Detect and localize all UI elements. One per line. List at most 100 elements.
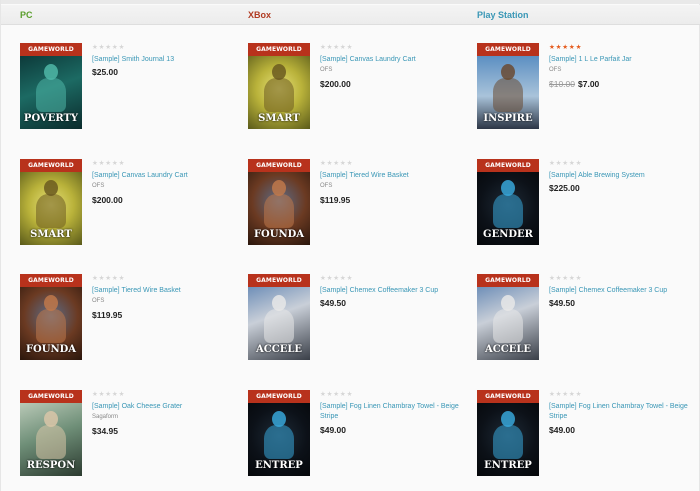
rating-stars: ★★★★★ — [92, 274, 125, 282]
product-name-link[interactable]: [Sample] Canvas Laundry Cart — [92, 171, 237, 181]
cover-title: SMART — [258, 113, 300, 124]
product-thumbnail[interactable]: GAMEWORLD INSPIRE — [477, 43, 539, 129]
product-thumbnail[interactable]: GAMEWORLD RESPON — [20, 390, 82, 476]
star-icon: ★ — [92, 160, 99, 167]
product-name-link[interactable]: [Sample] Tiered Wire Basket — [320, 171, 465, 181]
current-price: $49.50 — [320, 298, 346, 308]
current-price: $49.50 — [549, 298, 575, 308]
star-icon: ★ — [568, 160, 576, 167]
cover-art: GENDER — [477, 172, 539, 245]
product-name-link[interactable]: [Sample] Oak Cheese Grater — [92, 402, 237, 412]
product-card: GAMEWORLD ENTREP ★★★★★ [Sample] Fog Linen C… — [477, 390, 692, 485]
product-thumbnail[interactable]: GAMEWORLD ACCELE — [248, 274, 310, 360]
column-title-playstation: Play Station — [477, 10, 529, 20]
product-name-link[interactable]: [Sample] Chemex Coffeemaker 3 Cup — [549, 286, 694, 296]
cover-art: FOUNDA — [20, 287, 82, 360]
star-icon: ★ — [320, 275, 327, 282]
gameworld-badge: GAMEWORLD — [248, 43, 310, 56]
cover-art: ACCELE — [248, 287, 310, 360]
product-thumbnail[interactable]: GAMEWORLD SMART — [20, 159, 82, 245]
column-headers: PC XBox Play Station — [1, 5, 700, 25]
gameworld-badge: GAMEWORLD — [477, 43, 539, 56]
product-thumbnail[interactable]: GAMEWORLD ENTREP — [477, 390, 539, 476]
game-catalog-page: PC XBox Play Station GAMEWORLD POVERTY ★★★… — [0, 0, 700, 491]
cover-title: ACCELE — [485, 344, 531, 355]
product-name-link[interactable]: [Sample] Canvas Laundry Cart — [320, 55, 465, 65]
star-icon: ★ — [568, 44, 576, 51]
cover-title: GENDER — [483, 229, 533, 240]
product-thumbnail[interactable]: GAMEWORLD ENTREP — [248, 390, 310, 476]
product-vendor: OFS — [320, 67, 333, 73]
product-card: GAMEWORLD RESPON ★★★★★ [Sample] Oak Cheese … — [20, 390, 235, 485]
product-thumbnail[interactable]: GAMEWORLD FOUNDA — [20, 274, 82, 360]
gameworld-badge: GAMEWORLD — [248, 159, 310, 172]
top-strip — [1, 0, 700, 4]
star-icon: ★ — [105, 391, 112, 398]
product-price: $225.00 — [549, 183, 580, 193]
product-name-link[interactable]: [Sample] Chemex Coffeemaker 3 Cup — [320, 286, 465, 296]
cover-title: SMART — [30, 229, 72, 240]
product-name-link[interactable]: [Sample] Smith Journal 13 — [92, 55, 237, 65]
product-price: $34.95 — [92, 426, 118, 436]
star-icon: ★ — [105, 275, 112, 282]
product-thumbnail[interactable]: GAMEWORLD SMART — [248, 43, 310, 129]
star-icon: ★ — [333, 391, 340, 398]
gameworld-badge: GAMEWORLD — [477, 390, 539, 403]
cover-title: POVERTY — [23, 113, 79, 124]
current-price: $119.95 — [320, 195, 351, 205]
cover-title: ENTREP — [255, 460, 303, 471]
star-icon: ★ — [111, 160, 119, 167]
rating-stars: ★★★★★ — [320, 159, 353, 167]
star-icon: ★ — [549, 160, 556, 167]
gameworld-badge: GAMEWORLD — [248, 390, 310, 403]
cover-figure-body — [493, 194, 523, 228]
product-thumbnail[interactable]: GAMEWORLD ACCELE — [477, 274, 539, 360]
product-vendor: OFS — [92, 183, 105, 189]
product-name-link[interactable]: [Sample] 1 L Le Parfait Jar — [549, 55, 694, 65]
product-card: GAMEWORLD FOUNDA ★★★★★ [Sample] Tiered Wire… — [248, 159, 463, 254]
product-card: GAMEWORLD ACCELE ★★★★★ [Sample] Chemex Coff… — [248, 274, 463, 369]
cover-art: FOUNDA — [248, 172, 310, 245]
product-thumbnail[interactable]: GAMEWORLD POVERTY — [20, 43, 82, 129]
product-price: $49.50 — [549, 298, 575, 308]
product-price: $119.95 — [92, 310, 122, 320]
product-card: GAMEWORLD SMART ★★★★★ [Sample] Canvas Laund… — [20, 159, 235, 254]
cover-title: FOUNDA — [25, 344, 77, 355]
star-icon: ★ — [575, 391, 583, 398]
rating-stars: ★★★★★ — [320, 43, 353, 51]
star-icon: ★ — [92, 391, 99, 398]
product-thumbnail[interactable]: GAMEWORLD GENDER — [477, 159, 539, 245]
cover-art: POVERTY — [20, 56, 82, 129]
star-icon: ★ — [346, 44, 354, 51]
product-name-link[interactable]: [Sample] Tiered Wire Basket — [92, 286, 237, 296]
star-icon: ★ — [320, 391, 327, 398]
cover-figure-body — [36, 425, 66, 459]
cover-figure-body — [36, 78, 66, 112]
cover-art: ENTREP — [248, 403, 310, 476]
star-icon: ★ — [562, 44, 569, 51]
star-icon: ★ — [575, 160, 583, 167]
column-title-xbox: XBox — [248, 10, 272, 20]
product-name-link[interactable]: [Sample] Able Brewing System — [549, 171, 694, 181]
cover-figure-body — [264, 78, 294, 112]
cover-title: ENTREP — [484, 460, 532, 471]
product-card: GAMEWORLD INSPIRE ★★★★★ [Sample] 1 L Le Par… — [477, 43, 692, 138]
product-price: $200.00 — [320, 79, 351, 89]
current-price: $119.95 — [92, 310, 123, 320]
product-name-link[interactable]: [Sample] Fog Linen Chambray Towel - Beig… — [549, 402, 694, 422]
star-icon: ★ — [92, 275, 99, 282]
star-icon: ★ — [118, 275, 126, 282]
star-icon: ★ — [568, 391, 576, 398]
star-icon: ★ — [562, 160, 569, 167]
star-icon: ★ — [562, 391, 569, 398]
rating-stars: ★★★★★ — [549, 159, 582, 167]
star-icon: ★ — [339, 275, 347, 282]
product-name-link[interactable]: [Sample] Fog Linen Chambray Towel - Beig… — [320, 402, 465, 422]
star-icon: ★ — [575, 44, 583, 51]
product-card: GAMEWORLD POVERTY ★★★★★ [Sample] Smith Jour… — [20, 43, 235, 138]
gameworld-badge: GAMEWORLD — [20, 274, 82, 287]
product-thumbnail[interactable]: GAMEWORLD FOUNDA — [248, 159, 310, 245]
star-icon: ★ — [118, 391, 126, 398]
cover-figure-body — [264, 425, 294, 459]
current-price: $225.00 — [549, 183, 580, 193]
